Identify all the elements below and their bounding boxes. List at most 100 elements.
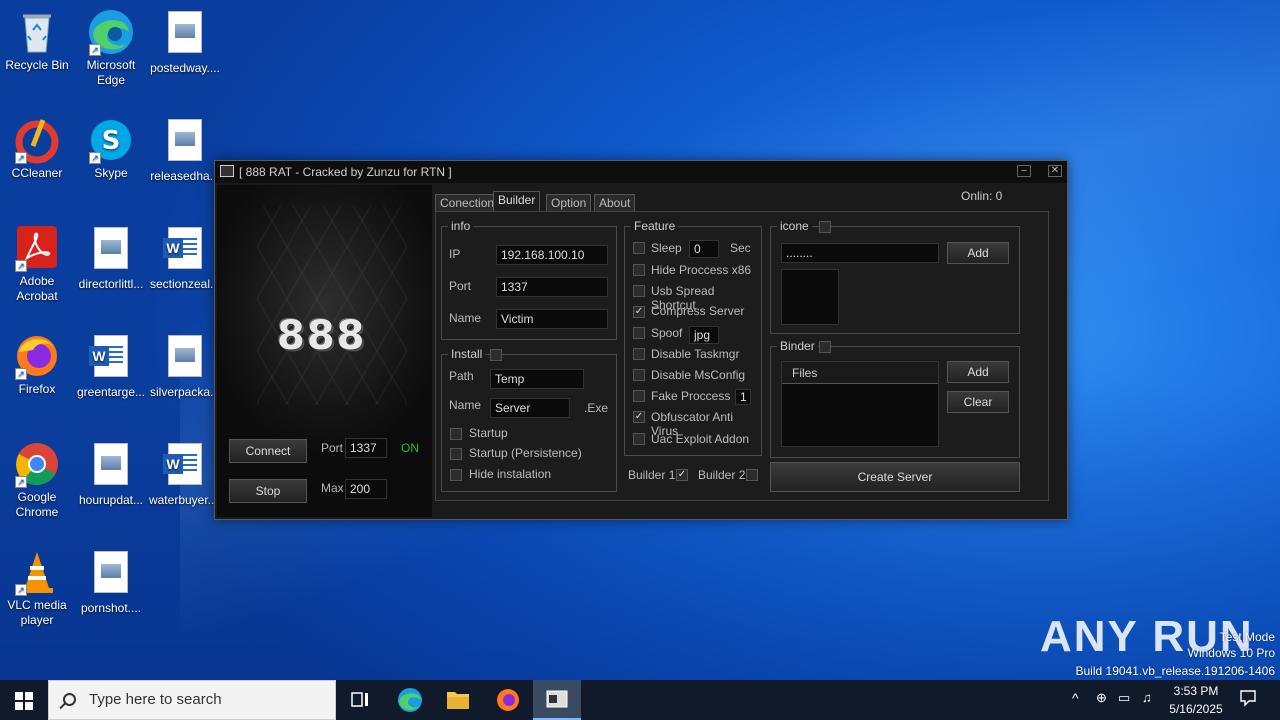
desktop-icon-file[interactable]: postedway....: [148, 8, 222, 76]
disable-taskmgr-label: Disable Taskmgr: [651, 347, 740, 361]
desktop-icon-vlc[interactable]: ↗ VLC media player: [0, 548, 74, 628]
exe-name-label: Name: [449, 398, 482, 412]
clock-date[interactable]: 5/16/2025: [1166, 702, 1226, 716]
binder-files-list[interactable]: Files: [781, 361, 939, 447]
desktop-icon-file[interactable]: W waterbuyer....: [148, 440, 222, 508]
binder-enable-checkbox[interactable]: [819, 341, 831, 353]
ip-input[interactable]: 192.168.100.10: [496, 245, 608, 265]
desktop-icon-label: Google Chrome: [15, 490, 59, 519]
shortcut-arrow-icon: ↗: [89, 44, 101, 56]
binder-clear-button[interactable]: Clear: [947, 391, 1009, 413]
desktop-icon-edge[interactable]: ↗ Microsoft Edge: [74, 8, 148, 88]
port-label: Port: [449, 279, 472, 293]
app-logo: 888: [277, 313, 367, 359]
hide-process-checkbox[interactable]: [633, 264, 645, 276]
startup-persistence-label: Startup (Persistence): [469, 446, 582, 460]
tab-builder[interactable]: Builder: [493, 191, 541, 212]
sleep-input[interactable]: 0: [689, 240, 719, 258]
desktop-icon-label: postedway....: [150, 61, 220, 75]
spoof-extension-input[interactable]: jpg: [689, 326, 719, 344]
desktop-icon-label: waterbuyer....: [148, 493, 222, 507]
spoof-checkbox[interactable]: [633, 327, 645, 339]
compress-server-checkbox[interactable]: ✓: [633, 306, 645, 318]
fake-process-input[interactable]: 1: [735, 389, 751, 405]
disable-msconfig-checkbox[interactable]: [633, 369, 645, 381]
tab-option[interactable]: Option: [546, 194, 592, 212]
desktop-icon-file[interactable]: W greentarge...: [74, 332, 148, 400]
spoof-label: Spoof: [651, 326, 683, 340]
icon-preview: [781, 269, 839, 325]
rat-builder-window: [ 888 RAT - Cracked by Zunzu for RTN ] –…: [214, 160, 1068, 520]
show-hidden-icons-chevron[interactable]: ^: [1072, 690, 1079, 706]
uac-exploit-checkbox[interactable]: [633, 433, 645, 445]
test-mode-text: Test Mode: [1219, 630, 1275, 644]
minimize-icon[interactable]: –: [1017, 165, 1031, 177]
builder1-checkbox[interactable]: ✓: [676, 469, 688, 481]
port-input[interactable]: 1337: [496, 277, 608, 297]
ccleaner-icon: ↗: [13, 116, 61, 164]
volume-icon[interactable]: ♫: [1142, 690, 1152, 705]
taskbar-search-box[interactable]: Type here to search: [48, 680, 336, 720]
create-server-button[interactable]: Create Server: [770, 462, 1020, 492]
taskbar-file-explorer[interactable]: [434, 680, 482, 720]
icon-enable-checkbox[interactable]: [819, 221, 831, 233]
desktop-icon-file[interactable]: W sectionzeal...: [148, 224, 222, 292]
desktop-icon-chrome[interactable]: ↗ Google Chrome: [0, 440, 74, 520]
usb-spread-checkbox[interactable]: [633, 285, 645, 297]
desktop-icon-acrobat[interactable]: ↗ Adobe Acrobat: [0, 224, 74, 304]
name-input[interactable]: Victim: [496, 309, 608, 329]
close-icon[interactable]: ✕: [1048, 165, 1062, 177]
disable-taskmgr-checkbox[interactable]: [633, 348, 645, 360]
tab-about[interactable]: About: [594, 194, 636, 212]
chrome-icon: ↗: [13, 440, 61, 488]
exe-extension-label: .Exe: [584, 401, 609, 415]
start-button[interactable]: [0, 680, 48, 720]
desktop-icon-label: directorlittl...: [78, 277, 144, 291]
startup-checkbox[interactable]: [450, 428, 462, 440]
sleep-checkbox[interactable]: [633, 242, 645, 254]
desktop-icon-label: pornshot....: [80, 601, 142, 615]
taskbar-firefox[interactable]: [484, 680, 532, 720]
taskbar-edge[interactable]: [386, 680, 434, 720]
window-titlebar[interactable]: [ 888 RAT - Cracked by Zunzu for RTN ] –…: [215, 161, 1067, 183]
desktop-icon-file[interactable]: silverpacka...: [148, 332, 222, 400]
builder2-checkbox[interactable]: [746, 469, 758, 481]
startup-persistence-checkbox[interactable]: [450, 448, 462, 460]
taskbar-rat-app[interactable]: [533, 680, 581, 720]
install-group: Install Path Temp Name Server .Exe Start…: [441, 348, 617, 492]
listen-port-input[interactable]: 1337: [345, 438, 387, 458]
desktop-icon-recycle-bin[interactable]: Recycle Bin: [0, 8, 74, 73]
max-connections-input[interactable]: 200: [345, 479, 387, 499]
obfuscator-checkbox[interactable]: ✓: [633, 411, 645, 423]
startup-label: Startup: [469, 426, 508, 440]
desktop-icon-label: releasedha...: [150, 169, 220, 183]
desktop-icon-ccleaner[interactable]: ↗ CCleaner: [0, 116, 74, 181]
task-view-button[interactable]: [336, 680, 384, 720]
fake-process-label: Fake Proccess: [651, 389, 731, 403]
desktop-icon-skype[interactable]: S ↗ Skype: [74, 116, 148, 181]
firefox-icon: [497, 689, 519, 711]
notifications-icon[interactable]: [1238, 688, 1258, 711]
icon-path-input[interactable]: ........: [781, 243, 939, 263]
connect-button[interactable]: Connect: [229, 439, 307, 463]
desktop-icon-file[interactable]: directorlittl...: [74, 224, 148, 292]
network-icon[interactable]: ▭: [1118, 690, 1130, 706]
path-input[interactable]: Temp: [490, 369, 584, 389]
icon-add-button[interactable]: Add: [947, 242, 1009, 264]
desktop-icon-file[interactable]: releasedha...: [148, 116, 222, 184]
word-document-icon: W: [161, 227, 209, 275]
desktop-icon-file[interactable]: hourupdat...: [74, 440, 148, 508]
meet-now-icon[interactable]: ⊕: [1096, 690, 1107, 706]
stop-button[interactable]: Stop: [229, 479, 307, 503]
clock-time[interactable]: 3:53 PM: [1172, 684, 1220, 698]
hide-installation-checkbox[interactable]: [450, 469, 462, 481]
exe-name-input[interactable]: Server: [490, 398, 570, 418]
fake-process-checkbox[interactable]: [633, 390, 645, 402]
install-enable-checkbox[interactable]: [490, 349, 502, 361]
desktop-icon-firefox[interactable]: ↗ Firefox: [0, 332, 74, 397]
files-column-header[interactable]: Files: [782, 362, 938, 384]
desktop-icon-label: silverpacka...: [149, 385, 221, 399]
binder-add-button[interactable]: Add: [947, 361, 1009, 383]
tab-conection[interactable]: Conection: [435, 194, 500, 212]
desktop-icon-file[interactable]: pornshot....: [74, 548, 148, 616]
